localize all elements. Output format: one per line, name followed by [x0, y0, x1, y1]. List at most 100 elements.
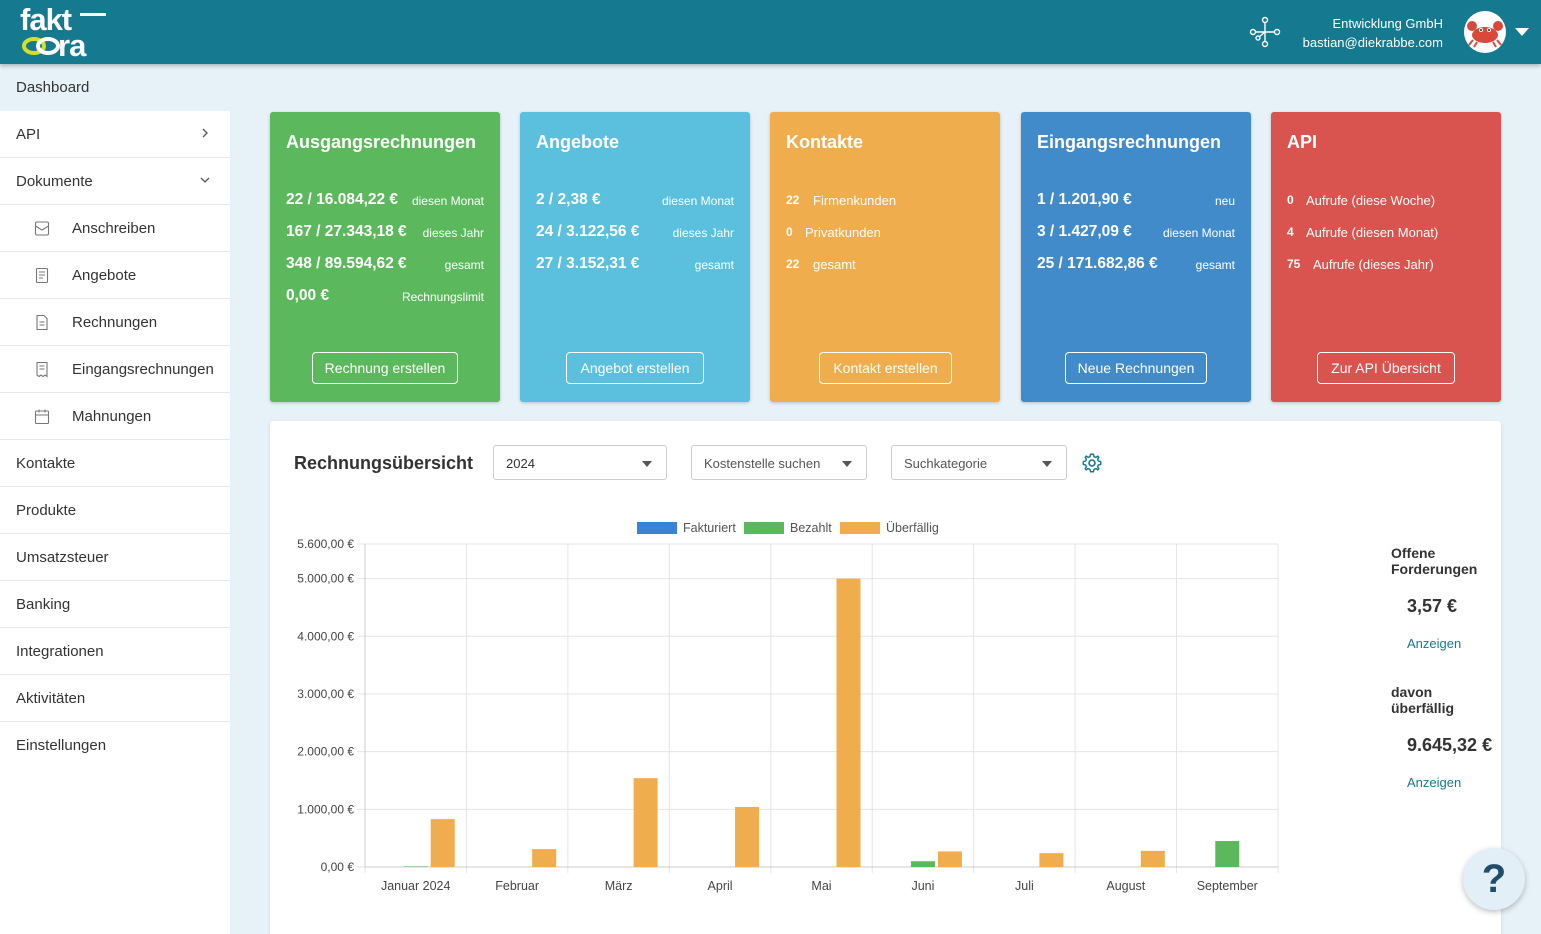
sidebar-item-label: Dashboard	[16, 79, 90, 96]
sidebar-item-label: Angebote	[72, 267, 137, 284]
stat-value: 348 / 89.594,62 €	[286, 255, 407, 272]
sidebar-item-mahnungen[interactable]: Mahnungen	[0, 393, 230, 440]
sidebar-item-label: API	[16, 126, 41, 143]
sidebar-item-label: Einstellungen	[16, 737, 107, 754]
sidebar-item-api[interactable]: API	[0, 111, 230, 158]
receipt-icon	[36, 361, 48, 378]
stat-label: Aufrufe (dieses Jahr)	[1313, 257, 1434, 272]
bar-bezahlt	[1215, 841, 1240, 867]
card-angebote: Angebote 2 / 2,38 € diesen Monat 24 / 3.1…	[520, 112, 750, 402]
sidebar-item-label: Banking	[16, 596, 71, 613]
legend-swatch	[840, 522, 880, 534]
sidebar-item-eingangsrechnungen[interactable]: Eingangsrechnungen	[0, 346, 230, 393]
faktura-logo[interactable]: fakt ra	[20, 4, 120, 63]
stat-label: diesen Monat	[661, 194, 734, 208]
new-invoices-button[interactable]: Neue Rechnungen	[1065, 352, 1207, 384]
open-receivables-link[interactable]: Anzeigen	[1407, 636, 1461, 651]
legend-swatch	[744, 522, 784, 534]
card-stat-row: 22 gesamt	[786, 255, 984, 275]
card-eingangsrechnungen: Eingangsrechnungen 1 / 1.201,90 € neu 3 /…	[1021, 112, 1251, 402]
bar-überfällig	[735, 807, 760, 867]
stat-value: 2 / 2,38 €	[536, 191, 601, 208]
x-tick-label: Juli	[1015, 879, 1034, 893]
sidebar-item-label: Aktivitäten	[16, 690, 86, 707]
logo-text-bottom: ra	[58, 28, 86, 63]
x-tick-label: März	[605, 879, 633, 893]
overdue-link[interactable]: Anzeigen	[1407, 775, 1461, 790]
card-api: API 0 Aufrufe (diese Woche) 4 Aufrufe (die…	[1271, 112, 1501, 402]
stat-value: 3 / 1.427,09 €	[1037, 223, 1132, 240]
sidebar-item-label: Eingangsrechnungen	[72, 361, 214, 378]
card-stat-row: 1 / 1.201,90 € neu	[1037, 191, 1235, 211]
card-title: Kontakte	[786, 132, 864, 152]
stat-label: Aufrufe (diesen Monat)	[1306, 225, 1439, 240]
sidebar-item-anschreiben[interactable]: Anschreiben	[0, 205, 230, 252]
stat-label: Rechnungslimit	[401, 290, 484, 304]
bar-überfällig	[1039, 853, 1064, 867]
sidebar-item-kontakte[interactable]: Kontakte	[0, 440, 230, 487]
sidebar-item-integrationen[interactable]: Integrationen	[0, 628, 230, 675]
y-tick-label: 1.000,00 €	[297, 802, 354, 816]
stat-value: 0	[1287, 193, 1294, 207]
top-bar: fakt ra Entwicklung GmbH bastian@diekrab…	[0, 0, 1541, 64]
sidebar-item-aktivitaeten[interactable]: Aktivitäten	[0, 675, 230, 722]
card-stat-row: 24 / 3.122,56 € dieses Jahr	[536, 223, 734, 243]
invoice-icon	[36, 314, 48, 331]
network-icon[interactable]	[1249, 16, 1281, 48]
stat-value: 24 / 3.122,56 €	[536, 223, 640, 240]
stat-label: gesamt	[813, 257, 856, 272]
create-contact-button[interactable]: Kontakt erstellen	[819, 352, 952, 384]
card-stat-row: 27 / 3.152,31 € gesamt	[536, 255, 734, 275]
stat-label: diesen Monat	[411, 194, 484, 208]
card-stat-row: 0 Aufrufe (diese Woche)	[1287, 191, 1485, 211]
create-invoice-button[interactable]: Rechnung erstellen	[312, 352, 458, 384]
card-stat-row: 3 / 1.427,09 € diesen Monat	[1037, 223, 1235, 243]
user-email: bastian@diekrabbe.com	[1302, 35, 1443, 50]
legend-swatch	[637, 522, 677, 534]
stat-label: neu	[1214, 194, 1235, 208]
overdue-label: davon überfällig	[1391, 684, 1455, 716]
sidebar-item-umsatzsteuer[interactable]: Umsatzsteuer	[0, 534, 230, 581]
bar-überfällig	[1140, 850, 1165, 867]
legend-label: Fakturiert	[683, 521, 736, 535]
logo-rings-icon	[22, 37, 60, 55]
card-title: API	[1287, 132, 1318, 152]
x-tick-label: April	[708, 879, 733, 893]
api-overview-button[interactable]: Zur API Übersicht	[1317, 352, 1455, 384]
stat-value: 22 / 16.084,22 €	[286, 191, 399, 208]
sidebar-item-dokumente[interactable]: Dokumente	[0, 158, 230, 205]
sidebar-item-angebote[interactable]: Angebote	[0, 252, 230, 299]
open-receivables-value: 3,57 €	[1407, 596, 1458, 616]
y-tick-label: 4.000,00 €	[297, 629, 354, 643]
calendar-icon	[34, 409, 50, 425]
user-menu-caret-icon[interactable]	[1515, 28, 1529, 36]
sidebar-item-produkte[interactable]: Produkte	[0, 487, 230, 534]
stat-label: dieses Jahr	[672, 226, 734, 240]
invoice-bar-chart: Fakturiert Bezahlt Überfällig 0,00 € 1.000,…	[297, 521, 1279, 893]
chevron-down-icon	[200, 177, 210, 183]
x-tick-label: Juni	[911, 879, 934, 893]
sidebar-item-rechnungen[interactable]: Rechnungen	[0, 299, 230, 346]
card-stat-row: 0 Privatkunden	[786, 223, 984, 243]
card-kontakte: Kontakte 22 Firmenkunden 0 Privatkunden 22…	[770, 112, 1000, 402]
sidebar-item-dashboard[interactable]: Dashboard	[0, 64, 230, 111]
stat-value: 0,00 €	[286, 287, 330, 304]
help-button[interactable]: ?	[1463, 848, 1525, 910]
sidebar-item-label: Produkte	[16, 502, 77, 519]
y-tick-label: 5.000,00 €	[297, 572, 354, 586]
user-info[interactable]: Entwicklung GmbH bastian@diekrabbe.com	[1303, 14, 1443, 52]
invoice-overview-panel: Rechnungsübersicht 2024 Kostenstelle suc…	[270, 421, 1501, 934]
bar-bezahlt	[403, 866, 428, 867]
sidebar-item-banking[interactable]: Banking	[0, 581, 230, 628]
card-stat-row: 348 / 89.594,62 € gesamt	[286, 255, 484, 275]
card-stat-row: 2 / 2,38 € diesen Monat	[536, 191, 734, 211]
avatar[interactable]	[1464, 11, 1506, 53]
stat-label: gesamt	[1195, 258, 1235, 272]
stat-value: 25 / 171.682,86 €	[1037, 255, 1158, 272]
create-offer-button[interactable]: Angebot erstellen	[566, 352, 704, 384]
sidebar-item-einstellungen[interactable]: Einstellungen	[0, 722, 230, 769]
x-tick-label: Februar	[495, 879, 539, 893]
sidebar-item-label: Anschreiben	[72, 220, 156, 237]
bar-überfällig	[430, 819, 455, 867]
card-title: Eingangsrechnungen	[1037, 132, 1222, 152]
